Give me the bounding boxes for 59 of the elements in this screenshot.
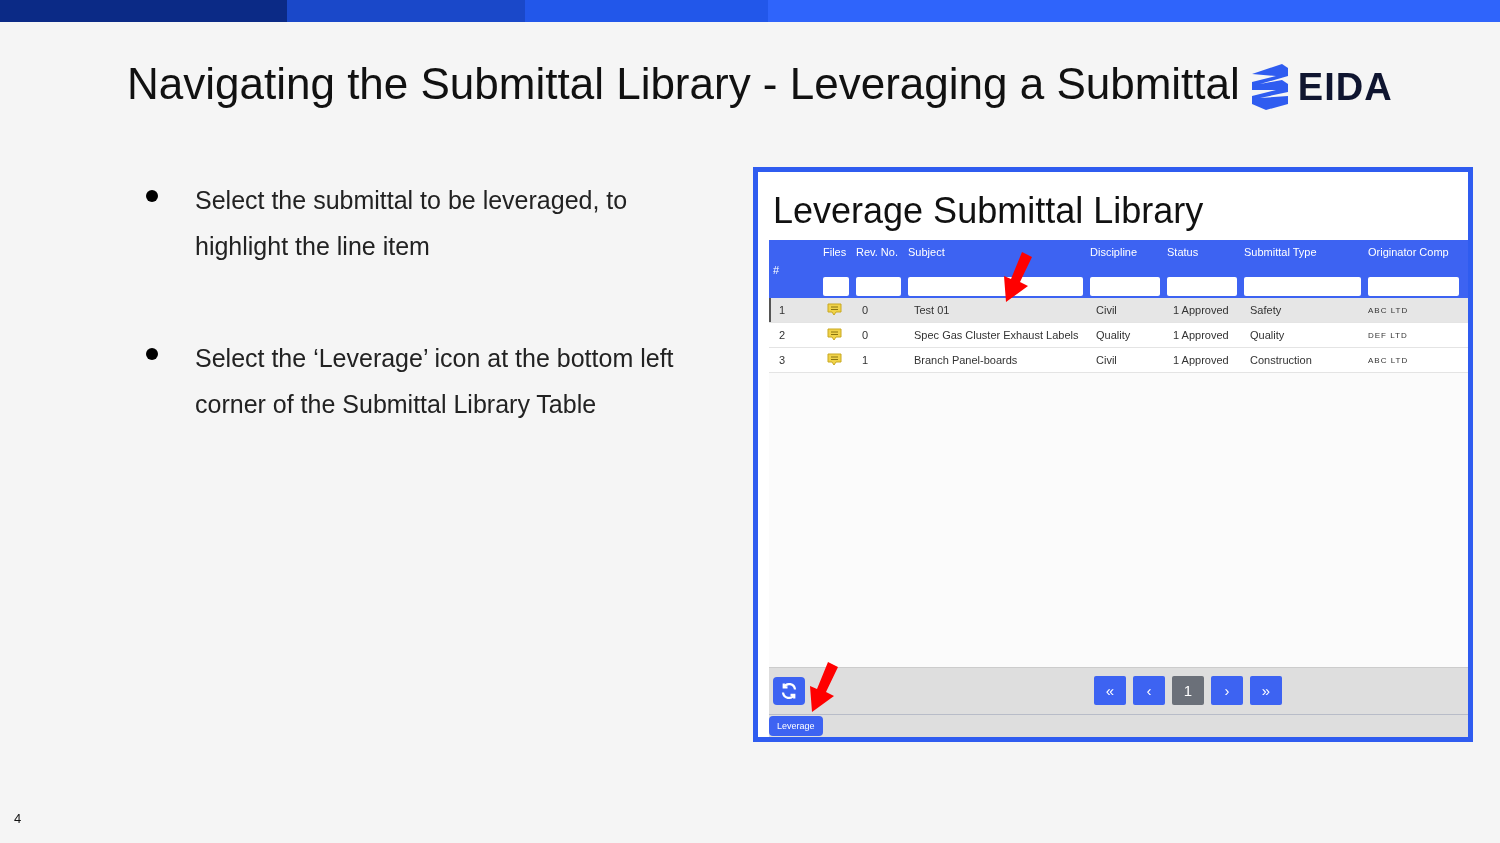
column-header: Rev. No. [856,245,899,260]
bullet-dot [146,190,158,202]
bullet-dot [146,348,158,360]
pagination-button[interactable]: ‹ [1133,676,1165,705]
comment-icon[interactable] [827,327,842,341]
table-cell-text: ABC LTD [1367,305,1410,315]
library-title: Leverage Submittal Library [773,190,1205,232]
table-cell-text: 1 [861,354,870,366]
table-cell-text: 1 [778,304,787,316]
page-number: 4 [14,811,22,826]
table-cell-text: Civil [1095,354,1118,366]
filter-field[interactable] [1244,277,1361,296]
table-cell-text: 0 [861,329,870,341]
filter-field[interactable] [1368,277,1459,296]
column-header: Originator Comp [1368,245,1450,260]
table-cell-text: Spec Gas Cluster Exhaust Labels [913,329,1080,341]
table-cell-text: 1 Approved [1172,354,1230,366]
table-cell-text: Quality [1249,329,1286,341]
column-header: Submittal Type [1244,245,1318,260]
filter-field[interactable] [908,277,1083,296]
table-cell-text: Safety [1249,304,1283,316]
leverage-button[interactable]: Leverage [769,716,823,736]
column-header: Subject [908,245,946,260]
table-cell-text: 1 Approved [1172,329,1230,341]
table-cell-text: ABC LTD [1367,355,1410,365]
refresh-icon [780,682,798,700]
bullet-text: Select the submittal to be leveraged, to highlight the line item [195,185,629,262]
table-cell-text: Civil [1095,304,1118,316]
table-cell-text: 2 [778,329,787,341]
table-cell-text: 0 [861,304,870,316]
pagination-button[interactable]: « [1094,676,1126,705]
filter-field[interactable] [1167,277,1237,296]
table-row[interactable]: 3 1 Branch Panel-boards Civil 1 Approved Construction ABC LTD [769,348,1468,373]
refresh-button[interactable] [773,677,805,705]
table-row[interactable]: 1 0 Test 01 Civil 1 Approved Safety ABC LTD [769,298,1468,323]
table-cell-text: DEF LTD [1367,330,1409,340]
table-cell-text: Test 01 [913,304,951,316]
filter-field[interactable] [1090,277,1160,296]
table-row[interactable]: 2 0 Spec Gas Cluster Exhaust Labels Quality 1 Approved Quality DEF LTD [769,323,1468,348]
table-cell-text: Branch Panel-boards [913,354,1019,366]
pagination-button[interactable]: » [1250,676,1282,705]
slide-title: Navigating the Submittal Library - Leveraging a Submittal [127,62,1240,106]
table-cell-text: Construction [1249,354,1313,366]
filter-field[interactable] [856,277,901,296]
column-header: Status [1167,245,1200,260]
column-header: Discipline [1090,245,1139,260]
pagination-button[interactable]: › [1211,676,1243,705]
comment-icon[interactable] [827,302,842,316]
table-cell-text: Quality [1095,329,1132,341]
logo-text: EIDA [1297,65,1393,109]
column-header: # [773,263,781,278]
table-cell-text: 3 [778,354,787,366]
filter-field[interactable] [823,277,849,296]
pagination-button[interactable]: 1 [1172,676,1204,705]
logo-icon [1251,64,1288,110]
table-cell-text: 1 Approved [1172,304,1230,316]
column-header: Files [823,245,848,260]
bullet-text: Select the ‘Leverage’ icon at the bottom left corner of the Submittal Library Table [195,343,675,420]
comment-icon[interactable] [827,352,842,366]
